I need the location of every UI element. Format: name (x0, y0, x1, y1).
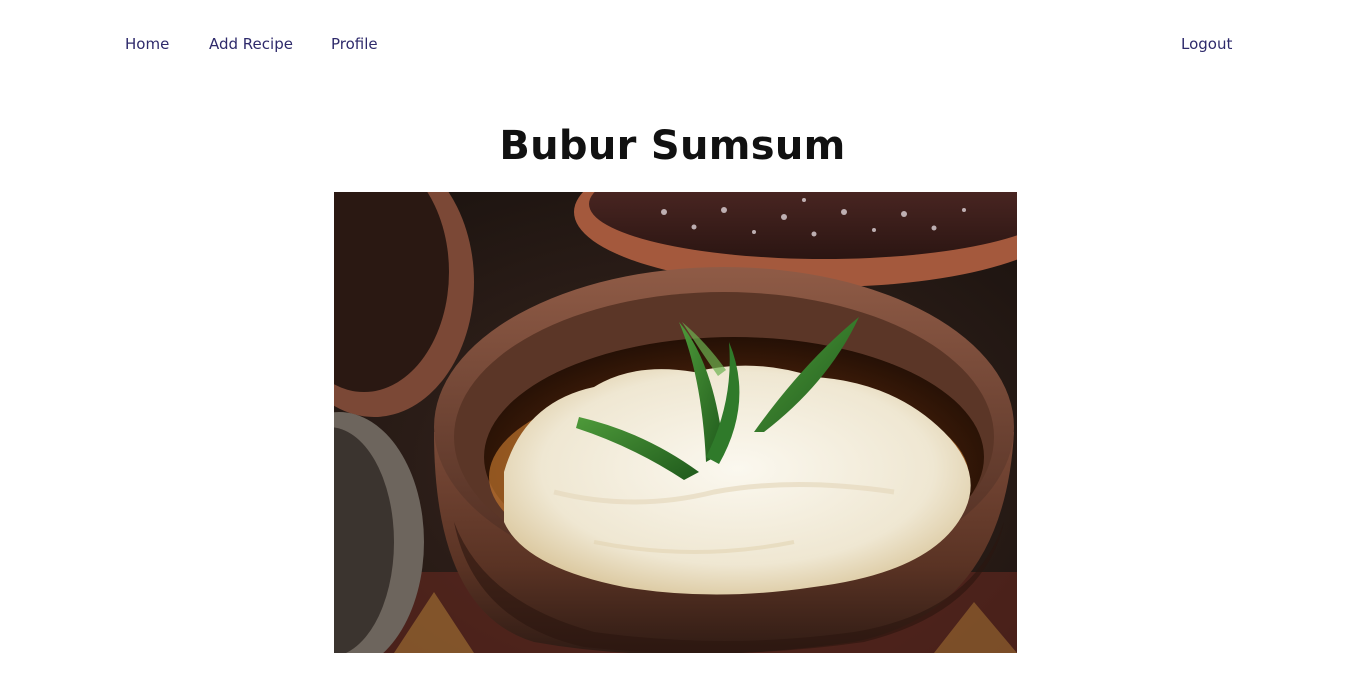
recipe-image (334, 192, 1017, 653)
navbar: Home Add Recipe Profile Logout (0, 0, 1345, 90)
nav-profile-link[interactable]: Profile (331, 34, 378, 54)
nav-home-link[interactable]: Home (125, 34, 169, 54)
nav-add-recipe-link[interactable]: Add Recipe (209, 34, 293, 54)
nav-logout-link[interactable]: Logout (1181, 34, 1232, 54)
recipe-title: Bubur Sumsum (499, 123, 846, 169)
